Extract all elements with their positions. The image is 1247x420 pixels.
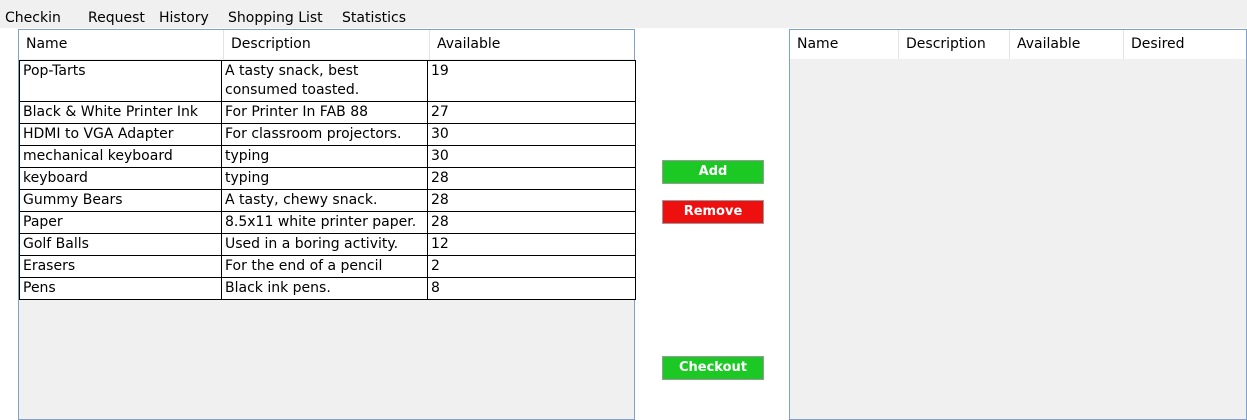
item-name: Pens bbox=[19, 277, 222, 300]
item-available: 28 bbox=[427, 167, 636, 190]
item-available: 28 bbox=[427, 189, 636, 212]
cart-grid[interactable]: Name Description Available Desired bbox=[789, 29, 1247, 420]
item-name: keyboard bbox=[19, 167, 222, 190]
table-row[interactable]: HDMI to VGA Adapter For classroom project… bbox=[19, 123, 636, 146]
item-description: For the end of a pencil bbox=[221, 255, 428, 278]
cart-header-description[interactable]: Description bbox=[899, 30, 1010, 59]
table-row[interactable]: Pens Black ink pens. 8 bbox=[19, 277, 636, 300]
item-description: typing bbox=[221, 167, 428, 190]
menu-history[interactable]: History bbox=[159, 10, 209, 26]
menu-request[interactable]: Request bbox=[88, 10, 145, 26]
menu-bar: Checkin Request History Shopping List St… bbox=[0, 0, 1247, 28]
item-available: 2 bbox=[427, 255, 636, 278]
inventory-table: Pop-Tarts A tasty snack, best consumed to… bbox=[19, 60, 636, 300]
item-name: Black & White Printer Ink bbox=[19, 101, 222, 124]
item-available: 28 bbox=[427, 211, 636, 234]
item-description: A tasty snack, best consumed toasted. bbox=[221, 60, 428, 102]
item-name: Gummy Bears bbox=[19, 189, 222, 212]
table-row[interactable]: Pop-Tarts A tasty snack, best consumed to… bbox=[19, 60, 636, 102]
item-description: For classroom projectors. bbox=[221, 123, 428, 146]
item-description: Black ink pens. bbox=[221, 277, 428, 300]
table-row[interactable]: Black & White Printer Ink For Printer In … bbox=[19, 101, 636, 124]
table-row[interactable]: Paper 8.5x11 white printer paper. 28 bbox=[19, 211, 636, 234]
item-name: Golf Balls bbox=[19, 233, 222, 256]
menu-checkin[interactable]: Checkin bbox=[5, 10, 61, 26]
item-name: HDMI to VGA Adapter bbox=[19, 123, 222, 146]
item-available: 8 bbox=[427, 277, 636, 300]
item-name: mechanical keyboard bbox=[19, 145, 222, 168]
item-description: Used in a boring activity. bbox=[221, 233, 428, 256]
table-row[interactable]: Gummy Bears A tasty, chewy snack. 28 bbox=[19, 189, 636, 212]
remove-button[interactable]: Remove bbox=[662, 200, 764, 224]
item-description: typing bbox=[221, 145, 428, 168]
table-row[interactable]: Erasers For the end of a pencil 2 bbox=[19, 255, 636, 278]
cart-header-name[interactable]: Name bbox=[790, 30, 899, 59]
cart-header-available[interactable]: Available bbox=[1010, 30, 1124, 59]
item-description: For Printer In FAB 88 bbox=[221, 101, 428, 124]
add-button[interactable]: Add bbox=[662, 160, 764, 184]
inventory-grid[interactable]: Name Description Available Pop-Tarts A ta… bbox=[18, 29, 636, 420]
menu-shopping-list[interactable]: Shopping List bbox=[228, 10, 323, 26]
item-name: Pop-Tarts bbox=[19, 60, 222, 102]
item-name: Paper bbox=[19, 211, 222, 234]
item-available: 30 bbox=[427, 145, 636, 168]
inventory-header-description[interactable]: Description bbox=[224, 30, 430, 59]
cart-header-desired[interactable]: Desired bbox=[1124, 30, 1246, 59]
item-description: 8.5x11 white printer paper. bbox=[221, 211, 428, 234]
item-available: 12 bbox=[427, 233, 636, 256]
item-description: A tasty, chewy snack. bbox=[221, 189, 428, 212]
item-available: 30 bbox=[427, 123, 636, 146]
item-name: Erasers bbox=[19, 255, 222, 278]
inventory-header-name[interactable]: Name bbox=[19, 30, 224, 59]
table-row[interactable]: mechanical keyboard typing 30 bbox=[19, 145, 636, 168]
table-row[interactable]: keyboard typing 28 bbox=[19, 167, 636, 190]
inventory-header-available[interactable]: Available bbox=[430, 30, 634, 59]
item-available: 27 bbox=[427, 101, 636, 124]
item-available: 19 bbox=[427, 60, 636, 102]
checkout-button[interactable]: Checkout bbox=[662, 356, 764, 380]
menu-statistics[interactable]: Statistics bbox=[342, 10, 406, 26]
table-row[interactable]: Golf Balls Used in a boring activity. 12 bbox=[19, 233, 636, 256]
